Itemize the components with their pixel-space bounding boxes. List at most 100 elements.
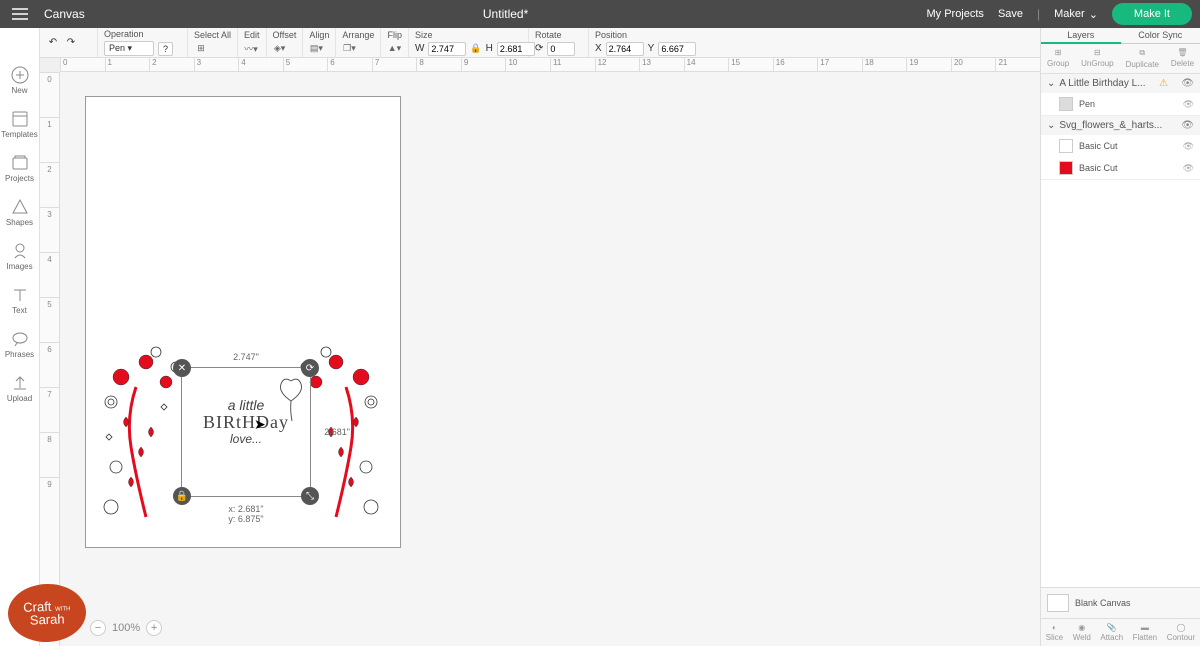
chevron-down-icon: ⌄ <box>1047 120 1055 131</box>
operation-label: Operation <box>104 29 181 39</box>
visibility-icon[interactable]: 👁 <box>1183 163 1194 174</box>
sidebar-images[interactable]: Images <box>0 234 39 278</box>
visibility-icon[interactable]: 👁 <box>1181 78 1194 89</box>
width-input[interactable] <box>428 42 466 56</box>
app-header: Canvas Untitled* My Projects Save | Make… <box>0 0 1200 28</box>
weld-icon: ◉ <box>1078 623 1085 632</box>
visibility-icon[interactable]: 👁 <box>1183 141 1194 152</box>
save-button[interactable]: Save <box>998 8 1023 20</box>
operation-extra[interactable]: ? <box>158 42 173 56</box>
machine-label: Maker <box>1054 8 1085 20</box>
select-all-button[interactable]: ⊞ <box>194 42 208 55</box>
design-mat[interactable]: ✕ ⟳ 🔒 ⤡ 2.747" 2.681" x: 2.681"y: 6.875"… <box>85 96 401 548</box>
document-title: Untitled* <box>85 7 927 21</box>
mouse-cursor-icon: ➤ <box>254 416 266 433</box>
undo-button[interactable]: ↶ <box>46 36 60 50</box>
header-divider: | <box>1037 7 1040 21</box>
size-label: Size <box>415 30 522 40</box>
selection-resize-handle[interactable]: ⤡ <box>301 487 319 505</box>
contour-icon: ◯ <box>1176 623 1185 632</box>
zoom-out-button[interactable]: − <box>90 620 106 636</box>
duplicate-icon: ⧉ <box>1139 48 1145 58</box>
selection-delete-handle[interactable]: ✕ <box>173 359 191 377</box>
machine-select[interactable]: Maker ⌄ <box>1054 8 1098 21</box>
layer-name: Svg_flowers_&_harts... <box>1059 120 1162 131</box>
weld-button[interactable]: ◉Weld <box>1073 623 1091 642</box>
rotate-icon: ⟳ <box>535 43 543 54</box>
sidebar-shapes[interactable]: Shapes <box>0 190 39 234</box>
layer-type-label: Pen <box>1079 99 1095 109</box>
canvas-label: Canvas <box>44 7 85 21</box>
design-artwork[interactable]: ✕ ⟳ 🔒 ⤡ 2.747" 2.681" x: 2.681"y: 6.875"… <box>96 337 386 537</box>
sidebar-new[interactable]: New <box>0 58 39 102</box>
position-y-input[interactable] <box>658 42 696 56</box>
layer-group[interactable]: ⌄Svg_flowers_&_harts...👁Basic Cut👁Basic … <box>1041 116 1200 180</box>
tab-layers[interactable]: Layers <box>1041 28 1121 44</box>
blank-canvas-label: Blank Canvas <box>1075 598 1131 608</box>
align-button[interactable]: ▤▾ <box>309 42 323 55</box>
make-it-button[interactable]: Make It <box>1112 3 1192 25</box>
attach-button[interactable]: 📎Attach <box>1100 623 1123 642</box>
sidebar-projects[interactable]: Projects <box>0 146 39 190</box>
canvas-background[interactable]: ✕ ⟳ 🔒 ⤡ 2.747" 2.681" x: 2.681"y: 6.875"… <box>60 72 1040 646</box>
arrange-button[interactable]: ❐▾ <box>342 42 356 55</box>
group-icon: ⊞ <box>1055 48 1062 57</box>
layer-type-label: Basic Cut <box>1079 163 1118 173</box>
layer-swatch <box>1059 161 1073 175</box>
dim-height-label: 2.681" <box>324 427 350 437</box>
position-x-input[interactable] <box>606 42 644 56</box>
delete-button[interactable]: 🗑Delete <box>1171 48 1194 69</box>
text-icon <box>11 286 29 304</box>
rotate-label: Rotate <box>535 30 582 40</box>
zoom-in-button[interactable]: + <box>146 620 162 636</box>
lock-icon[interactable]: 🔒 <box>470 43 481 54</box>
slice-button[interactable]: ◐Slice <box>1046 623 1063 642</box>
sidebar-templates[interactable]: Templates <box>0 102 39 146</box>
left-sidebar: New Templates Projects Shapes Images Tex… <box>0 28 40 646</box>
offset-button[interactable]: ◈▾ <box>273 42 287 55</box>
redo-button[interactable]: ↷ <box>64 36 78 50</box>
my-projects-link[interactable]: My Projects <box>926 8 983 20</box>
ungroup-icon: ⊟ <box>1094 48 1101 57</box>
selection-lock-handle[interactable]: 🔒 <box>173 487 191 505</box>
contour-button[interactable]: ◯Contour <box>1167 623 1195 642</box>
layer-item[interactable]: Pen 👁 <box>1041 93 1200 115</box>
zoom-value: 100% <box>112 622 140 634</box>
layer-swatch <box>1059 139 1073 153</box>
sidebar-text[interactable]: Text <box>0 278 39 322</box>
selection-box[interactable]: ✕ ⟳ 🔒 ⤡ 2.747" 2.681" x: 2.681"y: 6.875"… <box>181 367 311 497</box>
sidebar-upload[interactable]: Upload <box>0 366 39 410</box>
visibility-icon[interactable]: 👁 <box>1181 120 1194 131</box>
sidebar-phrases[interactable]: Phrases <box>0 322 39 366</box>
rotate-input[interactable] <box>547 42 575 56</box>
edit-button[interactable]: 〰▾ <box>244 42 258 55</box>
group-button[interactable]: ⊞Group <box>1047 48 1069 69</box>
upload-icon <box>11 374 29 392</box>
selection-rotate-handle[interactable]: ⟳ <box>301 359 319 377</box>
flatten-button[interactable]: ▬Flatten <box>1133 623 1157 642</box>
layer-item[interactable]: Basic Cut 👁 <box>1041 135 1200 157</box>
templates-icon <box>11 110 29 128</box>
images-icon <box>11 242 29 260</box>
phrases-icon <box>11 330 29 348</box>
layer-type-label: Basic Cut <box>1079 141 1118 151</box>
visibility-icon[interactable]: 👁 <box>1183 99 1194 110</box>
chevron-down-icon: ⌄ <box>1089 8 1098 21</box>
shapes-icon <box>11 198 29 216</box>
position-label: Position <box>595 30 703 40</box>
hamburger-menu-button[interactable] <box>0 0 40 28</box>
flip-button[interactable]: ▲▾ <box>387 42 401 55</box>
ungroup-button[interactable]: ⊟UnGroup <box>1081 48 1113 69</box>
operation-select[interactable]: Pen ▾ <box>104 41 154 56</box>
flatten-icon: ▬ <box>1141 623 1149 632</box>
blank-canvas-row[interactable]: Blank Canvas <box>1041 587 1200 618</box>
tab-color-sync[interactable]: Color Sync <box>1121 28 1200 44</box>
canvas-area[interactable]: 0123456789101112131415161718192021 01234… <box>40 58 1040 646</box>
duplicate-button[interactable]: ⧉Duplicate <box>1126 48 1159 69</box>
layer-item[interactable]: Basic Cut 👁 <box>1041 157 1200 179</box>
dim-width-label: 2.747" <box>233 352 259 362</box>
right-panel: Layers Color Sync ⊞Group ⊟UnGroup ⧉Dupli… <box>1040 28 1200 646</box>
arrange-label: Arrange <box>342 30 374 40</box>
layer-group[interactable]: ⌄A Little Birthday L...⚠👁Pen👁 <box>1041 74 1200 116</box>
chevron-down-icon: ⌄ <box>1047 78 1055 89</box>
